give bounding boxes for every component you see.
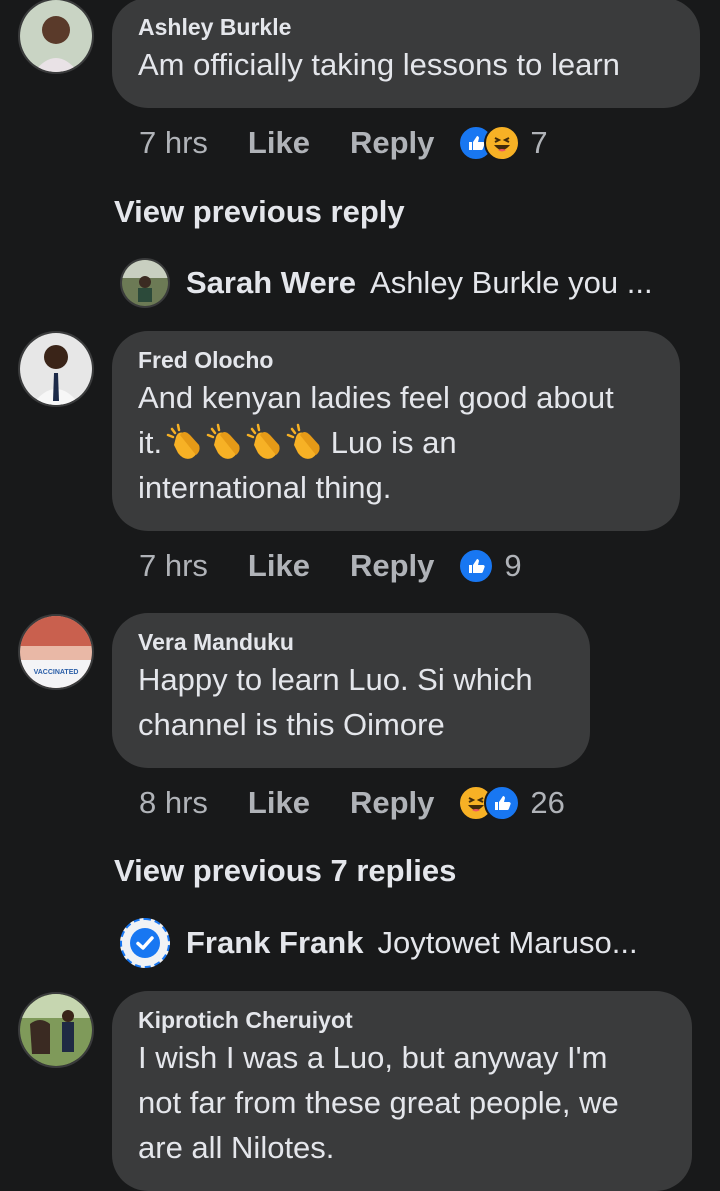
comment-text: Am officially taking lessons to learn [138, 47, 620, 82]
avatar[interactable]: VACCINATED [18, 614, 94, 690]
comment-text-fragment: it. [138, 425, 163, 460]
comment-author[interactable]: Kiprotich Cheruiyot [138, 1005, 666, 1035]
reply-button[interactable]: Reply [350, 125, 434, 161]
avatar[interactable] [18, 992, 94, 1068]
reply-preview[interactable]: Frank Frank Joytowet Maruso... [120, 918, 638, 968]
reply-snippet: Joytowet Maruso... [377, 925, 638, 960]
reaction-count: 26 [530, 785, 565, 820]
comment-bubble: Fred Olocho And kenyan ladies feel good … [112, 331, 680, 531]
like-icon [458, 548, 495, 584]
clapping-hands-icon [286, 423, 320, 459]
reply-button[interactable]: Reply [350, 785, 434, 821]
comment-text-line: I wish I was a Luo, but anyway I'm [138, 1040, 608, 1075]
clap-emoji-group [162, 423, 322, 460]
reply-snippet: Ashley Burkle you ... [370, 265, 653, 300]
timestamp[interactable]: 7 hrs [139, 125, 208, 161]
avatar-photo-icon [20, 994, 92, 1066]
timestamp[interactable]: 7 hrs [139, 548, 208, 584]
avatar[interactable] [18, 331, 94, 407]
laugh-icon [484, 125, 521, 161]
avatar-photo-icon [20, 0, 92, 72]
avatar [120, 258, 170, 308]
like-button[interactable]: Like [248, 785, 310, 821]
avatar-photo-icon [122, 260, 168, 306]
clapping-hands-icon [206, 423, 240, 459]
view-previous-replies-link[interactable]: View previous 7 replies [114, 853, 456, 889]
like-icon [484, 785, 521, 821]
reactions[interactable] [458, 785, 521, 821]
clapping-hands-icon [246, 423, 280, 459]
view-previous-replies-link[interactable]: View previous reply [114, 194, 405, 230]
avatar-photo-icon [20, 333, 92, 405]
reaction-count: 9 [504, 548, 522, 583]
reaction-count: 7 [530, 125, 548, 160]
verified-check-icon [130, 928, 160, 958]
reply-author[interactable]: Sarah Were [186, 265, 356, 301]
comment-text-line: are all Nilotes. [138, 1130, 335, 1165]
vaccinated-badge-text: VACCINATED [34, 669, 79, 676]
comment-text-line: Happy to learn Luo. Si which [138, 662, 533, 697]
comment-bubble: Kiprotich Cheruiyot I wish I was a Luo, … [112, 991, 692, 1191]
reply-button[interactable]: Reply [350, 548, 434, 584]
comment-actions: 7 hrs Like Reply 7 [139, 121, 548, 165]
comment-text-line: And kenyan ladies feel good about [138, 380, 614, 415]
comment-text-line: channel is this Oimore [138, 707, 445, 742]
comment-text-fragment: Luo is an [322, 425, 457, 460]
comment-author[interactable]: Vera Manduku [138, 627, 564, 657]
comment-actions: 7 hrs Like Reply 9 [139, 544, 522, 588]
reactions[interactable] [458, 125, 521, 161]
reply-preview[interactable]: Sarah Were Ashley Burkle you ... [120, 258, 653, 308]
comment-text-line: international thing. [138, 470, 392, 505]
avatar-photo-icon: VACCINATED [20, 616, 92, 688]
comment-text-line: not far from these great people, we [138, 1085, 619, 1120]
timestamp[interactable]: 8 hrs [139, 785, 208, 821]
reply-author[interactable]: Frank Frank [186, 925, 363, 961]
comment-text-line: it. Luo is an [138, 420, 654, 465]
comment-bubble: Vera Manduku Happy to learn Luo. Si whic… [112, 613, 590, 768]
like-button[interactable]: Like [248, 125, 310, 161]
clapping-hands-icon [166, 423, 200, 459]
reactions[interactable] [458, 548, 495, 584]
comment-actions: 8 hrs Like Reply 26 [139, 781, 565, 825]
avatar [120, 918, 170, 968]
comment-author[interactable]: Ashley Burkle [138, 12, 674, 42]
comment-bubble: Ashley Burkle Am officially taking lesso… [112, 0, 700, 108]
comment-author[interactable]: Fred Olocho [138, 345, 654, 375]
like-button[interactable]: Like [248, 548, 310, 584]
avatar[interactable] [18, 0, 94, 74]
